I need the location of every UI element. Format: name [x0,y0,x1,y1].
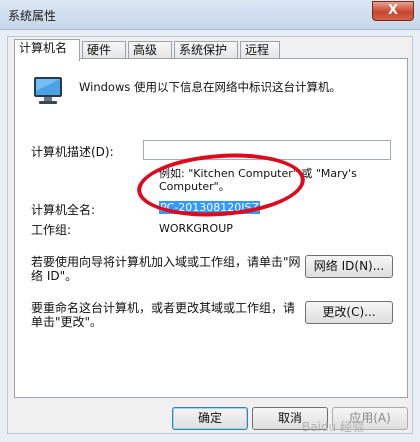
window-title: 系统属性 [8,9,57,23]
computer-icon [34,77,62,104]
full-name-label: 计算机全名: [31,203,96,217]
watermark: Baidu 经验 [302,420,364,434]
computer-description-input[interactable] [143,140,391,160]
tab-hardware[interactable]: 硬件 [82,41,126,59]
network-id-button[interactable]: 网络 ID(N)... [305,255,393,278]
system-properties-dialog: 计算机名 硬件 高级 系统保护 远程 Windows 使用以下信息在网络中标识这… [7,36,413,434]
tab-computer-name[interactable]: 计算机名 [14,39,80,61]
ok-button[interactable]: 确定 [172,407,248,430]
rename-text: 要重命名这台计算机，或者更改其域或工作组，请单击"更改"。 [31,301,296,329]
workgroup-label: 工作组: [31,223,72,237]
title-bar: 系统属性 X [0,0,420,30]
change-button[interactable]: 更改(C)... [305,301,393,324]
join-domain-text: 若要使用向导将计算机加入域或工作组，请单击"网络 ID"。 [31,255,301,283]
example-text: 例如: "Kitchen Computer" 或 "Mary's Compute… [159,167,357,193]
tab-remote[interactable]: 远程 [240,41,280,59]
computer-name-panel: Windows 使用以下信息在网络中标识这台计算机。 计算机描述(D): 例如:… [14,58,408,398]
intro-text: Windows 使用以下信息在网络中标识这台计算机。 [79,80,341,94]
close-button[interactable]: X [372,1,414,21]
tab-system-protection[interactable]: 系统保护 [174,41,238,59]
description-label: 计算机描述(D): [31,145,114,159]
full-name-value[interactable]: PC-201308120JSZ [159,201,261,214]
workgroup-value: WORKGROUP [159,222,233,235]
tab-advanced[interactable]: 高级 [128,41,172,59]
